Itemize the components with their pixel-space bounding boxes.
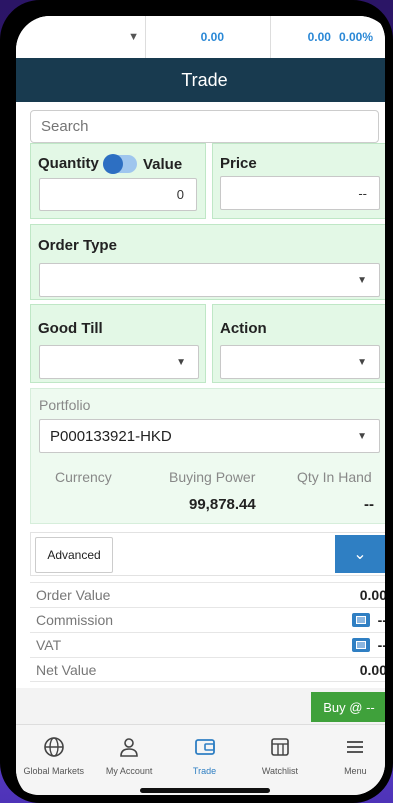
good-till-panel: Good Till ▼ [30, 304, 206, 383]
quantity-input[interactable]: 0 [39, 178, 197, 211]
calculator-icon[interactable] [351, 638, 370, 652]
good-till-select[interactable]: ▼ [39, 345, 199, 379]
tab-menu[interactable]: Menu [318, 725, 385, 795]
app-screen: ▼ 0.00 0.00 0.00% Trade Quantity Value 0 [16, 16, 387, 795]
price-input[interactable]: -- [220, 176, 380, 210]
user-icon [117, 735, 141, 759]
net-value: 0.00 [359, 661, 387, 678]
qty-in-hand-label: Qty In Hand [297, 469, 372, 485]
chevron-down-icon: ▼ [357, 274, 367, 286]
ticker-value-2: 0.00 [307, 30, 331, 44]
action-label: Action [220, 320, 267, 337]
commission-value: -- [377, 612, 387, 628]
tab-label: Menu [344, 766, 367, 776]
watchlist-icon [268, 735, 292, 759]
chevron-down-icon: ▼ [357, 430, 367, 442]
tab-label: Trade [192, 766, 217, 776]
tab-label: Global Markets [23, 766, 84, 776]
buying-power-value: 99,878.44 [189, 496, 256, 513]
chevron-down-icon: ▼ [357, 356, 367, 368]
tab-global-markets[interactable]: Global Markets [16, 725, 91, 795]
globe-icon [42, 735, 66, 759]
price-label: Price [220, 155, 257, 172]
advanced-row: Advanced ⌄ [30, 532, 385, 576]
search-input[interactable] [30, 110, 379, 143]
commission-label: Commission [36, 612, 114, 628]
wallet-icon [193, 735, 217, 759]
quantity-panel: Quantity Value 0 [30, 143, 206, 219]
ticker-bar: ▼ 0.00 0.00 0.00% [16, 16, 385, 58]
value-label: Value [143, 156, 183, 173]
phone-frame: ▼ 0.00 0.00 0.00% Trade Quantity Value 0 [0, 0, 393, 803]
home-indicator[interactable] [140, 788, 270, 793]
currency-label: Currency [55, 469, 112, 485]
vat-value-group: -- [351, 637, 387, 653]
vat-label: VAT [36, 637, 62, 653]
tab-label: Watchlist [261, 766, 298, 776]
quantity-value-toggle[interactable] [103, 154, 137, 174]
order-type-panel: Order Type ▼ [30, 224, 385, 300]
action-panel: Action ▼ [212, 304, 385, 383]
buy-bar: Buy @ -- [16, 688, 385, 724]
portfolio-select[interactable]: P000133921-HKD ▼ [39, 419, 380, 453]
good-till-label: Good Till [38, 320, 103, 337]
vat-row: VAT -- [30, 632, 387, 657]
ticker-dropdown-icon[interactable]: ▼ [16, 16, 146, 58]
net-value-label: Net Value [36, 661, 97, 678]
portfolio-label: Portfolio [39, 397, 91, 413]
ticker-change-pct: 0.00% [338, 30, 373, 44]
calculator-icon[interactable] [351, 613, 370, 627]
qty-in-hand-value: -- [364, 496, 374, 513]
order-value-row: Order Value 0.00 [30, 582, 387, 607]
toggle-knob [103, 154, 123, 174]
order-value: 0.00 [359, 587, 387, 603]
ticker-value-1: 0.00 [146, 16, 271, 58]
menu-icon [343, 735, 367, 759]
page-title: Trade [16, 58, 385, 102]
commission-value-group: -- [351, 612, 387, 628]
action-select[interactable]: ▼ [220, 345, 380, 379]
net-value-row: Net Value 0.00 [30, 657, 387, 682]
expand-chevron-button[interactable]: ⌄ [335, 535, 385, 573]
order-type-label: Order Type [38, 237, 117, 254]
price-panel: Price -- [212, 143, 385, 219]
chevron-down-icon: ▼ [176, 356, 186, 368]
buy-button[interactable]: Buy @ -- [311, 692, 385, 722]
vat-value: -- [377, 637, 387, 653]
order-value-label: Order Value [36, 587, 111, 603]
advanced-button[interactable]: Advanced [35, 537, 113, 573]
ticker-value-2-group: 0.00 0.00% [271, 16, 385, 58]
quantity-label: Quantity [38, 155, 99, 172]
commission-row: Commission -- [30, 607, 387, 632]
buying-power-label: Buying Power [169, 469, 256, 485]
trade-form: Quantity Value 0 Price -- Order Type ▼ [16, 102, 387, 724]
portfolio-panel: Portfolio P000133921-HKD ▼ Currency Buyi… [30, 388, 385, 524]
tab-label: My Account [105, 766, 153, 776]
order-type-select[interactable]: ▼ [39, 263, 380, 297]
portfolio-selected: P000133921-HKD [50, 427, 172, 445]
chevron-down-icon: ⌄ [353, 546, 367, 563]
